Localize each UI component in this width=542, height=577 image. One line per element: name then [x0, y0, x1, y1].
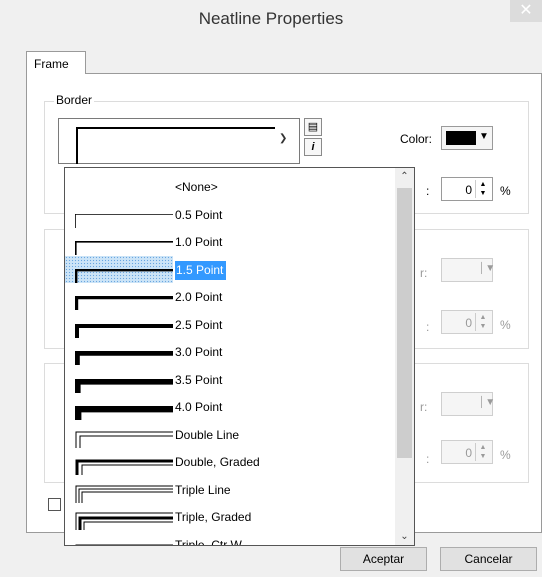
dropdown-scrollbar[interactable]: ⌃ ⌄: [395, 168, 414, 545]
border-gap-spinner[interactable]: 0 ▲ ▼: [441, 177, 493, 201]
spinner-buttons[interactable]: ▲ ▼: [475, 443, 490, 461]
scroll-thumb[interactable]: [397, 188, 412, 458]
scroll-up-icon[interactable]: ⌃: [395, 168, 414, 185]
spin-down-icon[interactable]: ▼: [476, 322, 490, 331]
border-group-label: Border: [54, 93, 95, 107]
line-style-preview: [75, 268, 173, 283]
dropdown-item[interactable]: 1.5 Point: [65, 255, 395, 283]
dropdown-item-label: 4.0 Point: [175, 400, 223, 414]
background-color-label: r:: [420, 266, 428, 280]
line-style-preview: [75, 378, 173, 393]
symbol-list-icon[interactable]: ▤: [304, 118, 322, 136]
border-style-dropdown[interactable]: <None> 0.5 Point 1.0 Point 1.5 Point 2.0 Poi…: [64, 167, 415, 546]
dropdown-item[interactable]: 3.5 Point: [65, 366, 395, 393]
dropdown-item[interactable]: Double, Graded: [65, 448, 395, 475]
dropdown-item[interactable]: Double Line: [65, 421, 395, 448]
background-gap-spinner[interactable]: 0 ▲ ▼: [441, 310, 493, 334]
spin-down-icon[interactable]: ▼: [476, 189, 490, 198]
border-gap-value: 0: [465, 183, 472, 197]
spinner-buttons[interactable]: ▲ ▼: [475, 180, 490, 198]
dropdown-item[interactable]: 4.0 Point: [65, 393, 395, 420]
spin-up-icon[interactable]: ▲: [476, 313, 490, 322]
shadow-color-button[interactable]: │▼: [441, 392, 496, 416]
properties-icon[interactable]: i: [304, 138, 322, 156]
spin-down-icon[interactable]: ▼: [476, 452, 490, 461]
dropdown-item[interactable]: <None>: [65, 173, 395, 200]
border-color-button[interactable]: ▼: [441, 126, 493, 150]
shadow-gap-label: :: [426, 452, 430, 466]
dropdown-item-label: 2.0 Point: [175, 290, 223, 304]
border-preview: [76, 127, 275, 164]
dropdown-item-label: 3.5 Point: [175, 372, 223, 387]
dropdown-item[interactable]: 0.5 Point: [65, 201, 395, 228]
dropdown-item[interactable]: Triple, Graded: [65, 503, 395, 530]
window-title: Neatline Properties: [198, 9, 344, 28]
border-color-swatch: [446, 131, 476, 145]
background-gap-value: 0: [465, 316, 472, 330]
background-gap-unit: %: [500, 318, 511, 332]
title-bar: Neatline Properties ✕: [0, 0, 542, 38]
shadow-gap-value: 0: [465, 446, 472, 460]
ok-button[interactable]: Aceptar: [340, 547, 427, 571]
background-color-button[interactable]: │▼: [441, 258, 496, 282]
dropdown-item-label: Triple, Ctr W: [175, 537, 242, 546]
dropdown-item-label: 1.5 Point: [175, 260, 227, 280]
line-style-preview: [75, 241, 173, 255]
dropdown-arrow-icon: │▼: [479, 397, 496, 408]
border-style-combo[interactable]: ❯: [58, 118, 300, 164]
line-style-preview: [75, 296, 173, 310]
spin-up-icon[interactable]: ▲: [476, 180, 490, 189]
cancel-button[interactable]: Cancelar: [440, 547, 537, 571]
border-gap-unit: %: [500, 184, 511, 198]
dropdown-item-label: Triple, Graded: [175, 510, 252, 524]
dropdown-arrow-icon: │▼: [479, 263, 496, 274]
dropdown-item-label: Triple Line: [175, 482, 231, 497]
dropdown-item[interactable]: 3.0 Point: [65, 338, 395, 365]
line-style-preview: [75, 351, 173, 365]
border-color-label: Color:: [400, 132, 433, 146]
spinner-buttons[interactable]: ▲ ▼: [475, 313, 490, 331]
line-style-preview: [75, 459, 173, 475]
scroll-down-icon[interactable]: ⌄: [395, 528, 414, 545]
dropdown-item[interactable]: 2.0 Point: [65, 283, 395, 310]
tab-frame[interactable]: Frame: [26, 51, 86, 74]
shadow-gap-spinner[interactable]: 0 ▲ ▼: [441, 440, 493, 464]
border-gap-label: :: [426, 184, 430, 198]
dropdown-item[interactable]: 2.5 Point: [65, 311, 395, 338]
close-button[interactable]: ✕: [510, 0, 542, 22]
shadow-gap-unit: %: [500, 448, 511, 462]
line-style-preview: [75, 485, 173, 503]
chevron-down-icon: ❯: [279, 133, 288, 144]
dropdown-item[interactable]: Triple Line: [65, 476, 395, 503]
dropdown-item-label: 2.5 Point: [175, 317, 223, 332]
spin-up-icon[interactable]: ▲: [476, 443, 490, 452]
line-style-preview: [75, 544, 173, 545]
option-checkbox[interactable]: [48, 498, 61, 511]
line-style-preview: [75, 213, 173, 228]
dropdown-item-label: <None>: [175, 180, 218, 194]
line-style-preview: [75, 406, 173, 420]
dropdown-arrow-icon: ▼: [479, 131, 489, 142]
dropdown-item-label: 0.5 Point: [175, 207, 223, 222]
background-gap-label: :: [426, 320, 430, 334]
line-style-preview: [75, 323, 173, 338]
line-style-preview: [75, 431, 173, 448]
line-style-preview: [75, 512, 173, 530]
dropdown-item[interactable]: Triple, Ctr W: [65, 531, 395, 546]
dropdown-item[interactable]: 1.0 Point: [65, 228, 395, 255]
shadow-color-label: r:: [420, 400, 428, 414]
dropdown-item-label: 3.0 Point: [175, 345, 223, 359]
dropdown-item-label: Double Line: [175, 427, 240, 442]
dropdown-item-label: 1.0 Point: [175, 235, 223, 249]
dropdown-item-label: Double, Graded: [175, 455, 260, 469]
